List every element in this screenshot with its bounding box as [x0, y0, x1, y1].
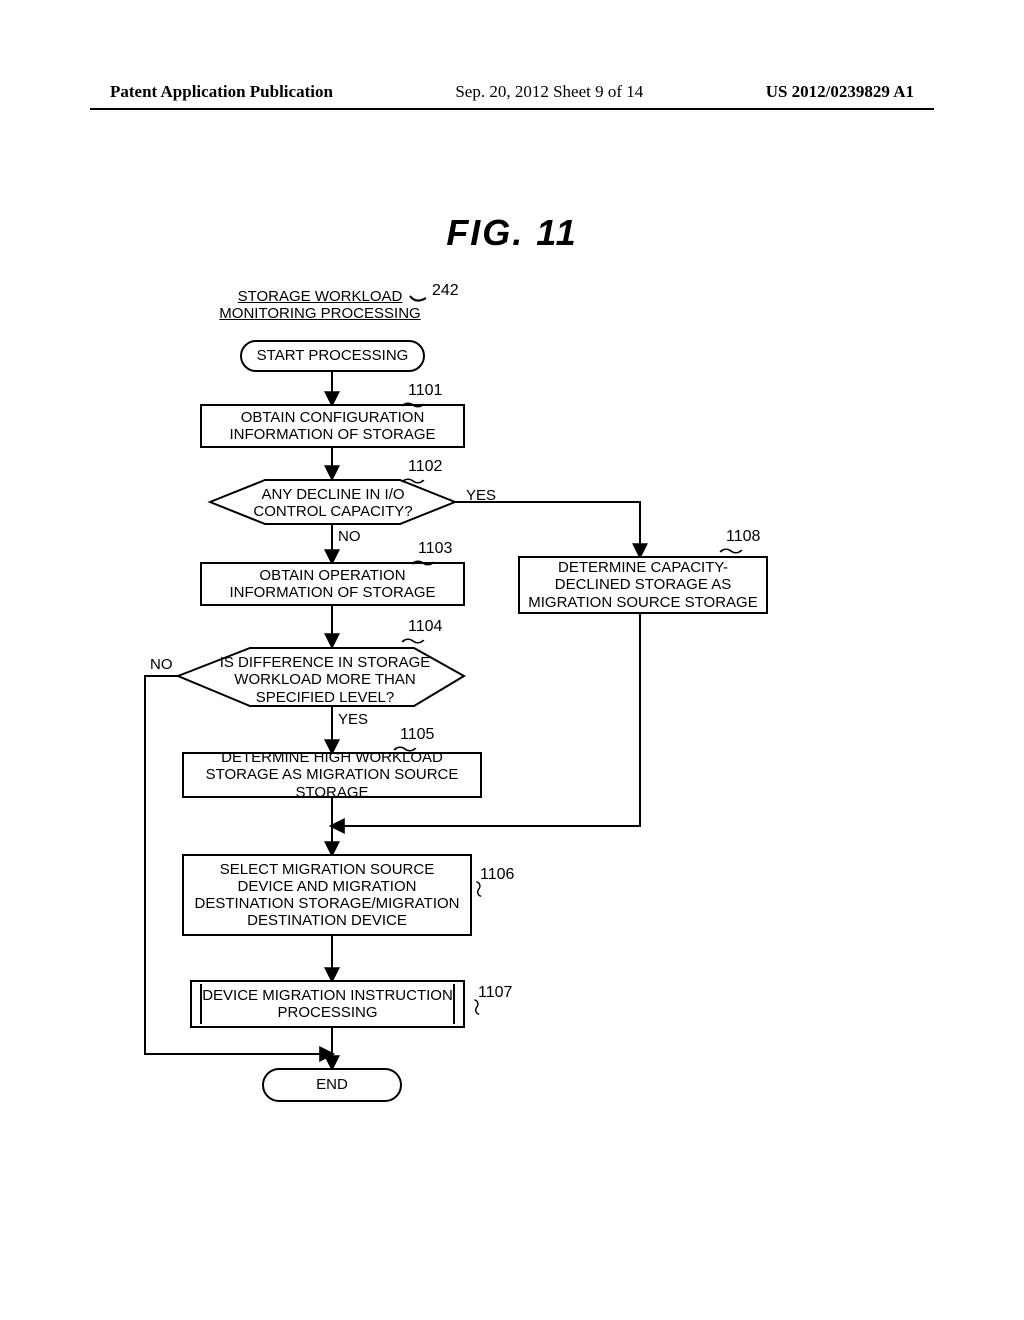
header-right: US 2012/0239829 A1: [766, 82, 914, 102]
squiggle-1107: 〜: [463, 996, 492, 1018]
end-label: END: [316, 1076, 348, 1093]
step-1106: SELECT MIGRATION SOURCE DEVICE AND MIGRA…: [182, 854, 472, 936]
squiggle-1105: 〜: [392, 736, 417, 762]
step-1107: DEVICE MIGRATION INSTRUCTION PROCESSING: [190, 980, 465, 1028]
squiggle-1104: 〜: [400, 628, 425, 654]
label-1102-yes: YES: [466, 487, 496, 504]
step-1105: DETERMINE HIGH WORKLOAD STORAGE AS MIGRA…: [182, 752, 482, 798]
page-root: { "header": { "left": "Patent Applicatio…: [0, 0, 1024, 1320]
page-header: Patent Application Publication Sep. 20, …: [110, 82, 914, 102]
squiggle-1103: 〜: [410, 550, 435, 576]
figure-title: FIG. 11: [0, 212, 1024, 254]
label-1104-no: NO: [150, 656, 173, 673]
process-title: STORAGE WORKLOAD MONITORING PROCESSING: [210, 284, 430, 327]
step-1104: IS DIFFERENCE IN STORAGE WORKLOAD MORE T…: [200, 650, 450, 710]
process-title-text: STORAGE WORKLOAD MONITORING PROCESSING: [216, 288, 424, 323]
step-1105-text: DETERMINE HIGH WORKLOAD STORAGE AS MIGRA…: [190, 749, 474, 801]
step-1104-text: IS DIFFERENCE IN STORAGE WORKLOAD MORE T…: [206, 654, 444, 706]
start-terminator: START PROCESSING: [240, 340, 425, 372]
step-1107-text: DEVICE MIGRATION INSTRUCTION PROCESSING: [202, 987, 453, 1022]
label-1102-no: NO: [338, 528, 361, 545]
end-terminator: END: [262, 1068, 402, 1102]
squiggle-1101: 〜: [400, 392, 425, 418]
squiggle-1108: 〜: [718, 538, 743, 564]
squiggle-1102: 〜: [400, 468, 425, 494]
step-1107-inner: DEVICE MIGRATION INSTRUCTION PROCESSING: [200, 984, 455, 1024]
step-1108-text: DETERMINE CAPACITY-DECLINED STORAGE AS M…: [526, 559, 760, 611]
start-label: START PROCESSING: [257, 347, 409, 364]
header-center: Sep. 20, 2012 Sheet 9 of 14: [455, 82, 643, 102]
label-1104-yes: YES: [338, 711, 368, 728]
squiggle-1106: 〜: [465, 878, 494, 900]
step-1102-text: ANY DECLINE IN I/O CONTROL CAPACITY?: [244, 486, 422, 521]
step-1108: DETERMINE CAPACITY-DECLINED STORAGE AS M…: [518, 556, 768, 614]
process-title-ref: 242: [432, 282, 459, 300]
step-1106-text: SELECT MIGRATION SOURCE DEVICE AND MIGRA…: [190, 861, 464, 930]
header-rule: [90, 108, 934, 110]
header-left: Patent Application Publication: [110, 82, 333, 102]
